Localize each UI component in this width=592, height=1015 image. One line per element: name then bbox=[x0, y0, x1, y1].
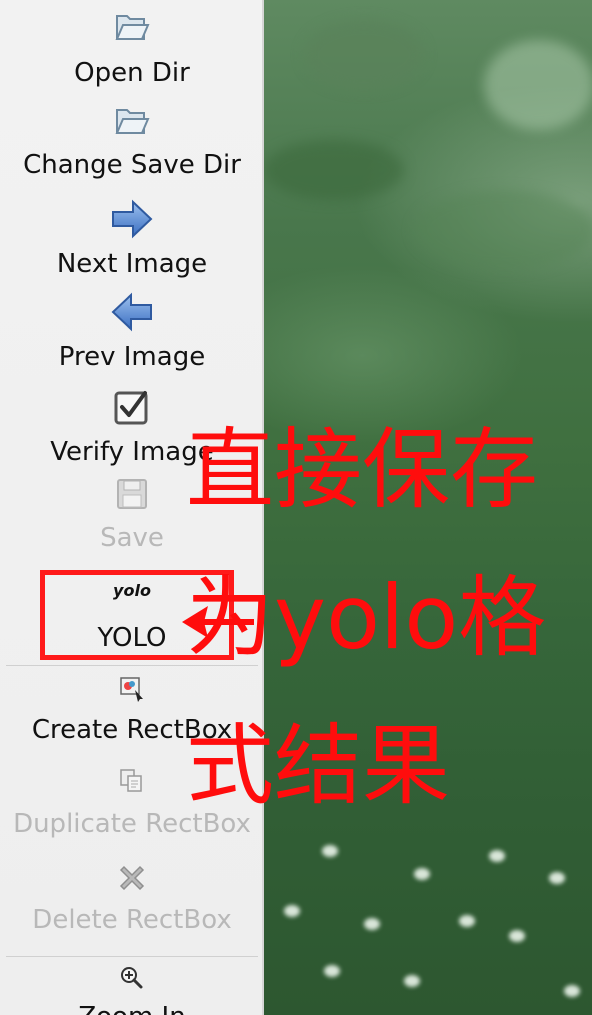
toolbar-divider bbox=[6, 956, 258, 957]
flower bbox=[324, 965, 340, 977]
zoom-in-icon bbox=[121, 967, 143, 989]
zoom-in-label: Zoom In bbox=[0, 1002, 264, 1015]
delete-rectbox-label: Delete RectBox bbox=[32, 905, 232, 935]
flower bbox=[404, 975, 420, 987]
prev-image-button[interactable]: Prev Image bbox=[0, 288, 264, 383]
folder-icon bbox=[115, 15, 150, 40]
open-dir-button[interactable]: Open Dir bbox=[0, 0, 264, 98]
background-blur bbox=[264, 140, 404, 200]
folder-icon bbox=[115, 109, 150, 134]
next-image-button[interactable]: Next Image bbox=[0, 193, 264, 288]
flower bbox=[564, 985, 580, 997]
flower bbox=[322, 845, 338, 857]
change-save-dir-button[interactable]: Change Save Dir bbox=[0, 98, 264, 193]
annotation-text-line2: 为yolo格 bbox=[186, 566, 547, 669]
delete-rectbox-button[interactable]: Delete RectBox bbox=[0, 855, 264, 955]
draw-rect-icon bbox=[120, 677, 143, 702]
annotation-text-line3: 式结果 bbox=[186, 714, 451, 817]
flower bbox=[284, 905, 300, 917]
arrow-right-icon bbox=[112, 199, 153, 239]
zoom-in-button[interactable]: Zoom In bbox=[0, 958, 264, 1015]
arrow-left-icon bbox=[111, 292, 152, 332]
background-blur bbox=[414, 190, 592, 270]
flower bbox=[414, 868, 430, 880]
save-label: Save bbox=[100, 523, 164, 553]
floppy-disk-icon bbox=[117, 479, 147, 509]
background-blur bbox=[484, 40, 592, 130]
flower bbox=[489, 850, 505, 862]
delete-x-icon bbox=[119, 865, 145, 891]
annotation-text-line1: 直接保存 bbox=[186, 418, 539, 521]
flower bbox=[364, 918, 380, 930]
labelimg-window: Open Dir Change Save Dir Next Image Prev… bbox=[0, 0, 592, 1015]
next-image-label: Next Image bbox=[56, 249, 208, 279]
prev-image-label: Prev Image bbox=[58, 342, 206, 372]
flower bbox=[459, 915, 475, 927]
duplicate-icon bbox=[120, 769, 142, 792]
open-dir-label: Open Dir bbox=[74, 58, 190, 88]
flower bbox=[549, 872, 565, 884]
flower bbox=[509, 930, 525, 942]
checkbox-icon bbox=[114, 391, 148, 425]
background-blur bbox=[304, 20, 424, 90]
change-save-dir-label: Change Save Dir bbox=[23, 150, 241, 180]
